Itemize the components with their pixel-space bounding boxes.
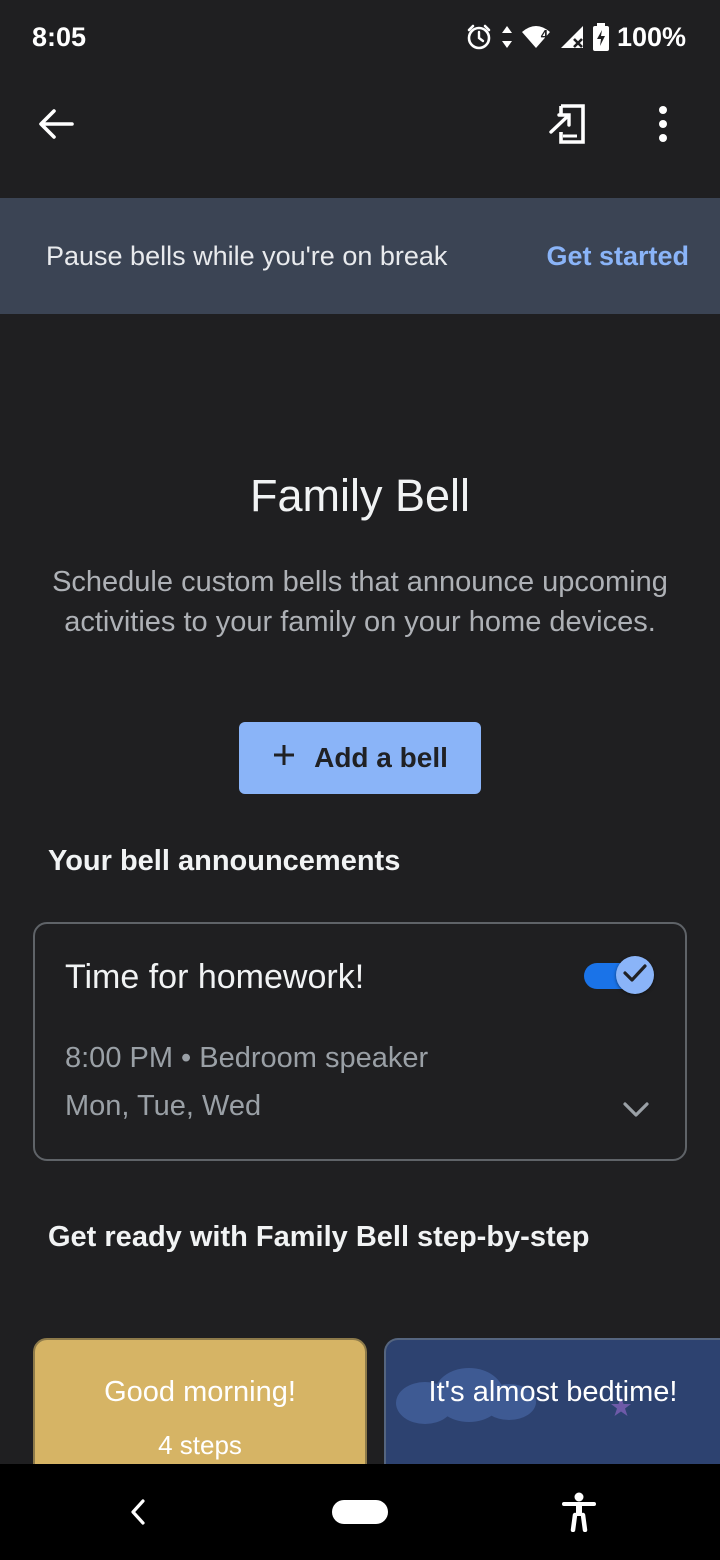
pause-banner: Pause bells while you're on break Get st… (0, 198, 720, 314)
toggle-thumb (616, 956, 654, 994)
status-icons: 4 100% (465, 22, 686, 53)
back-arrow-icon (38, 108, 74, 145)
plus-icon (272, 742, 296, 774)
banner-text: Pause bells while you're on break (46, 240, 448, 271)
bell-days: Mon, Tue, Wed (65, 1090, 262, 1122)
network-badge: 4 (540, 27, 548, 42)
step-card-title: Good morning! (104, 1376, 296, 1408)
chevron-down-icon[interactable] (621, 1100, 651, 1125)
bell-card[interactable]: Time for homework! 8:00 PM • Bedroom spe… (33, 922, 687, 1161)
more-vert-icon (658, 105, 668, 147)
bell-toggle[interactable] (582, 954, 658, 998)
step-card-title: It's almost bedtime! (428, 1376, 678, 1408)
status-time: 8:05 (32, 21, 87, 52)
nav-back-icon[interactable] (128, 1498, 148, 1531)
add-bell-label: Add a bell (314, 742, 448, 773)
page-description: Schedule custom bells that announce upco… (52, 566, 668, 638)
nav-home-button[interactable] (332, 1500, 388, 1524)
system-nav-bar (0, 1464, 720, 1560)
battery-percent: 100% (616, 21, 686, 52)
data-arrows-icon (501, 24, 513, 50)
check-icon (622, 962, 648, 989)
accessibility-icon[interactable] (562, 1492, 596, 1537)
bell-name: Time for homework! (65, 958, 365, 996)
more-options-button[interactable] (631, 94, 695, 158)
steps-heading: Get ready with Family Bell step-by-step (48, 1221, 590, 1253)
open-in-device-button[interactable] (536, 94, 600, 158)
announcements-heading: Your bell announcements (48, 845, 401, 877)
wifi-icon: 4 (521, 24, 551, 50)
app-bar (0, 74, 720, 198)
page-title: Family Bell (249, 470, 471, 521)
status-bar: 8:05 4 100% (0, 0, 720, 74)
alarm-icon (465, 23, 493, 51)
battery-charging-icon (592, 23, 609, 51)
open-in-device-icon (549, 102, 587, 151)
cell-signal-icon (559, 24, 585, 50)
back-button[interactable] (24, 94, 88, 158)
step-card-subtitle: 4 steps (158, 1430, 242, 1460)
add-bell-button[interactable]: Add a bell (239, 722, 481, 794)
get-started-button[interactable]: Get started (546, 241, 689, 272)
bell-time-device: 8:00 PM • Bedroom speaker (65, 1042, 429, 1074)
